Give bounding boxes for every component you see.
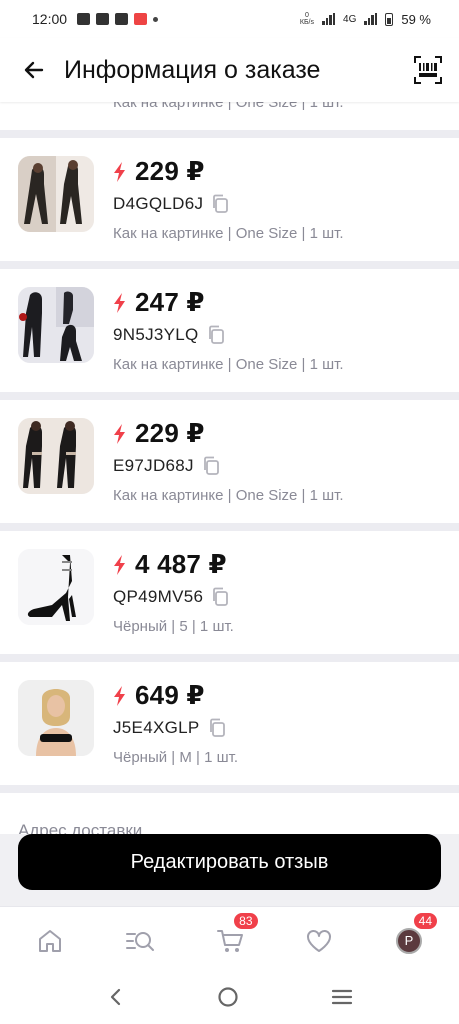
address-label: Адрес доставки [18, 821, 143, 834]
order-item[interactable]: 649 ₽ J5E4XGLP Чёрный | M | 1 шт. [0, 662, 459, 785]
order-item[interactable]: 247 ₽ 9N5J3YLQ Как на картинке | One Siz… [0, 269, 459, 392]
copy-icon[interactable] [207, 325, 225, 345]
status-time: 12:00 [32, 11, 68, 27]
item-meta: Чёрный | M | 1 шт. [113, 749, 239, 766]
item-sku: QP49MV56 [113, 587, 204, 606]
barcode-button[interactable] [413, 55, 443, 85]
copy-icon[interactable] [202, 456, 220, 476]
avatar: Р [396, 927, 422, 954]
product-image[interactable] [18, 156, 94, 232]
tab-profile[interactable]: Р 44 [391, 910, 439, 959]
message-notification-icon [96, 13, 110, 25]
signal-icon [322, 13, 336, 25]
lightning-icon [114, 685, 125, 706]
item-price: 649 ₽ [135, 680, 205, 710]
chevron-left-icon [110, 988, 120, 1005]
heart-icon [307, 929, 332, 952]
cart-badge: 83 [232, 910, 260, 931]
back-button[interactable] [18, 54, 50, 86]
page-title: Информация о заказе [64, 55, 321, 84]
item-sku: D4GQLD6J [113, 194, 204, 213]
profile-badge: 44 [411, 910, 439, 931]
divider [0, 130, 459, 138]
list-item-partial[interactable]: Как на картинке | One Size | 1 шт. [0, 102, 459, 130]
item-sku: E97JD68J [113, 456, 194, 475]
signal-icon-2 [364, 13, 378, 25]
edit-review-button[interactable]: Редактировать отзыв [18, 834, 441, 890]
app-notification-icon [77, 13, 91, 25]
lightning-icon [114, 554, 125, 575]
network-speed-value: 0 [305, 12, 309, 19]
order-items-list[interactable]: Как на картинке | One Size | 1 шт. 229 ₽… [0, 102, 459, 834]
system-back-button[interactable] [106, 987, 126, 1012]
tab-home[interactable] [32, 923, 68, 959]
item-price: 229 ₽ [135, 418, 205, 448]
order-item[interactable]: 4 487 ₽ QP49MV56 Чёрный | 5 | 1 шт. [0, 531, 459, 654]
item-meta: Как на картинке | One Size | 1 шт. [113, 356, 344, 373]
network-speed-unit: КБ/s [299, 19, 315, 26]
system-home-button[interactable] [217, 986, 239, 1013]
copy-icon[interactable] [211, 587, 229, 607]
divider [0, 261, 459, 269]
barcode-icon [414, 56, 442, 84]
notification-icons [77, 13, 159, 25]
lightning-icon [114, 292, 125, 313]
back-arrow-icon [24, 61, 44, 79]
catalog-search-icon [125, 931, 154, 951]
divider [0, 523, 459, 531]
order-item[interactable]: 229 ₽ D4GQLD6J Как на картинке | One Siz… [0, 138, 459, 261]
divider [0, 785, 459, 793]
item-meta: Как на картинке | One Size | 1 шт. [113, 487, 344, 504]
store-notification-icon [134, 13, 148, 25]
system-recents-button[interactable] [331, 987, 353, 1012]
mail-notification-icon [115, 13, 129, 25]
divider [0, 392, 459, 400]
lightning-icon [114, 161, 125, 182]
product-image[interactable] [18, 287, 94, 363]
bottom-navigation: 83 Р 44 [0, 906, 459, 974]
product-image[interactable] [18, 418, 94, 494]
system-navigation-bar [0, 974, 459, 1024]
home-icon [39, 929, 61, 952]
battery-icon [385, 12, 394, 26]
item-sku: J5E4XGLP [113, 718, 200, 737]
address-section: Адрес доставки [0, 793, 459, 834]
item-price: 4 487 ₽ [135, 549, 227, 579]
status-bar: 12:00 0 КБ/s 4G 59 % [0, 0, 459, 38]
copy-icon[interactable] [211, 194, 229, 214]
item-meta: Чёрный | 5 | 1 шт. [113, 618, 234, 635]
item-price: 247 ₽ [135, 287, 205, 317]
network-type: 4G [343, 13, 357, 25]
battery-percent: 59 % [401, 11, 431, 27]
lightning-icon [114, 423, 125, 444]
circle-home-icon [218, 986, 239, 1007]
product-image[interactable] [18, 680, 94, 756]
copy-icon[interactable] [208, 718, 226, 738]
tab-cart[interactable]: 83 [212, 910, 260, 959]
item-price: 229 ₽ [135, 156, 205, 186]
product-image[interactable] [18, 549, 94, 625]
item-meta: Как на картинке | One Size | 1 шт. [113, 102, 344, 111]
cart-icon [216, 929, 243, 952]
app-bar: Информация о заказе [0, 38, 459, 102]
tab-favorites[interactable] [301, 923, 337, 959]
divider [0, 654, 459, 662]
more-notifications-icon [153, 16, 159, 22]
item-meta: Как на картинке | One Size | 1 шт. [113, 225, 344, 242]
order-item[interactable]: 229 ₽ E97JD68J Как на картинке | One Siz… [0, 400, 459, 523]
item-sku: 9N5J3YLQ [113, 325, 199, 344]
network-speed: 0 КБ/s [300, 12, 314, 26]
tab-catalog[interactable] [122, 923, 158, 959]
menu-lines-icon [332, 989, 353, 1004]
